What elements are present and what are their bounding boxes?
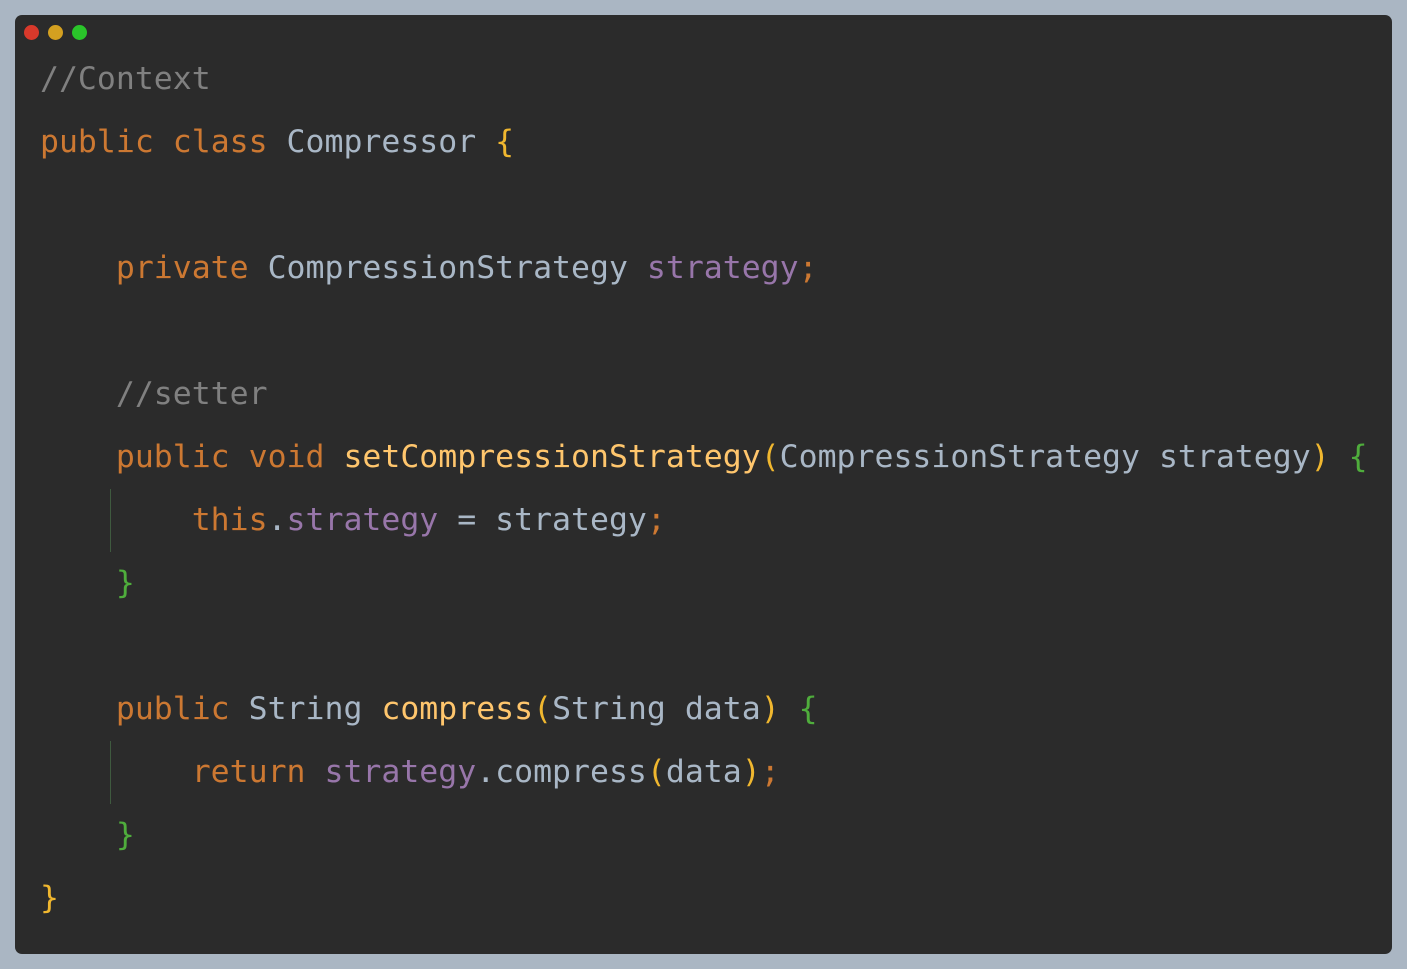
code-token: public — [40, 124, 154, 160]
code-token: strategy — [286, 502, 439, 538]
code-token: ; — [798, 250, 818, 286]
code-token: } — [40, 880, 59, 916]
code-token: data — [665, 754, 742, 790]
code-token: class — [172, 124, 268, 160]
code-token: String data — [552, 691, 761, 727]
code-line: return strategy.compress(data); — [40, 741, 1368, 804]
code-token: .compress — [476, 754, 647, 790]
code-token: { — [798, 691, 818, 727]
code-line: } — [40, 867, 1368, 930]
code-token: ; — [760, 754, 780, 790]
code-token: ) — [741, 754, 761, 790]
code-token: return — [191, 754, 306, 790]
code-token: } — [115, 565, 135, 601]
code-token: compress — [381, 691, 534, 727]
code-line: public void setCompressionStrategy(Compr… — [40, 426, 1368, 489]
code-token: ; — [646, 502, 666, 538]
code-token: ( — [646, 754, 666, 790]
code-token: public — [115, 691, 230, 727]
code-line: } — [40, 552, 1368, 615]
code-token: String — [229, 691, 382, 727]
code-token: void — [248, 439, 325, 475]
code-line: public class Compressor { — [40, 111, 1368, 174]
code-line: public String compress(String data) { — [40, 678, 1368, 741]
code-token: ( — [760, 439, 780, 475]
code-token: Compressor — [267, 124, 496, 160]
minimize-button[interactable] — [48, 25, 63, 40]
code-line: //setter — [40, 363, 1368, 426]
code-token: this — [191, 502, 268, 538]
close-button[interactable] — [24, 25, 39, 40]
code-token: public — [115, 439, 230, 475]
code-token: ( — [533, 691, 553, 727]
code-token: { — [495, 124, 515, 160]
code-token: CompressionStrategy strategy — [779, 439, 1311, 475]
code-token: strategy — [646, 250, 799, 286]
code-block: //Context public class Compressor { priva… — [40, 48, 1368, 930]
maximize-button[interactable] — [72, 25, 87, 40]
code-token: = strategy — [438, 502, 647, 538]
code-token: //setter — [115, 376, 268, 412]
indent-guide — [110, 489, 111, 552]
code-window: //Context public class Compressor { priva… — [15, 15, 1392, 954]
code-token: CompressionStrategy — [248, 250, 647, 286]
code-token: //Context — [40, 61, 211, 97]
code-token: setCompressionStrategy — [343, 439, 761, 475]
code-token: { — [1348, 439, 1368, 475]
code-token: private — [115, 250, 249, 286]
code-line: this.strategy = strategy; — [40, 489, 1368, 552]
code-token: } — [115, 817, 135, 853]
indent-guide — [110, 741, 111, 804]
code-token: . — [267, 502, 287, 538]
code-line: private CompressionStrategy strategy; — [40, 237, 1368, 300]
code-token: strategy — [324, 754, 477, 790]
code-line: //Context — [40, 48, 1368, 111]
code-token: ) — [760, 691, 780, 727]
code-token: ) — [1310, 439, 1330, 475]
code-line: } — [40, 804, 1368, 867]
